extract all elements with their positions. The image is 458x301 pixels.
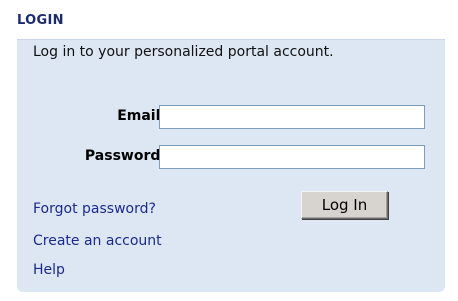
forgot-password-link[interactable]: Forgot password? — [33, 201, 156, 217]
password-label: Password: — [84, 148, 166, 164]
login-intro-text: Log in to your personalized portal accou… — [33, 44, 334, 60]
email-field[interactable] — [159, 105, 425, 129]
login-button[interactable]: Log In — [301, 191, 388, 219]
create-account-link[interactable]: Create an account — [33, 233, 162, 249]
login-panel: Log in to your personalized portal accou… — [17, 40, 445, 292]
password-field[interactable] — [159, 145, 425, 169]
login-heading: LOGIN — [17, 13, 64, 28]
help-link[interactable]: Help — [33, 262, 65, 278]
